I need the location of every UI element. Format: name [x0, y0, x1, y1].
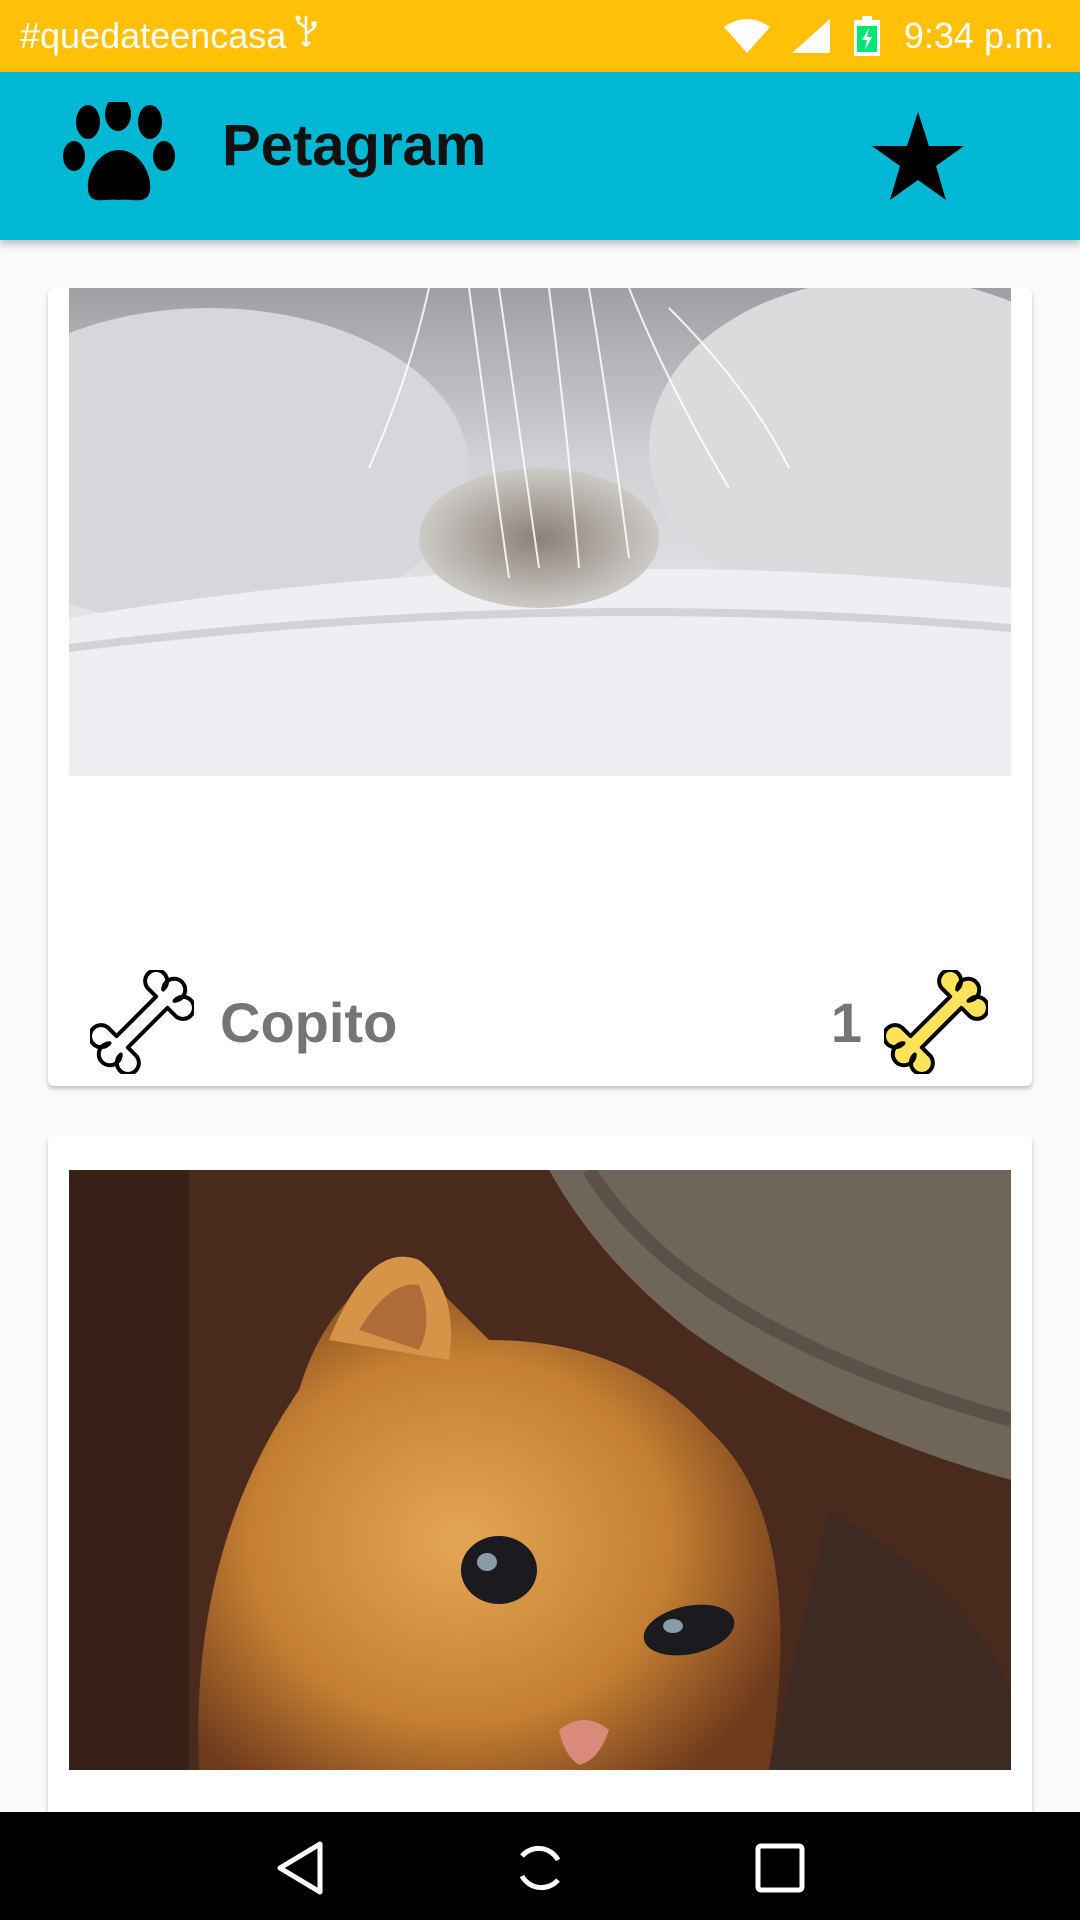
- back-icon[interactable]: [272, 1840, 328, 1896]
- app-bar: Petagram: [0, 72, 1080, 240]
- pet-feed[interactable]: Copito 1: [0, 240, 1080, 1812]
- card-footer: Copito 1: [48, 960, 1032, 1080]
- usb-icon: [294, 14, 318, 59]
- status-right: 9:34 p.m.: [723, 15, 1054, 57]
- home-icon[interactable]: [512, 1840, 568, 1896]
- clock: 9:34 p.m.: [903, 15, 1054, 56]
- recents-icon[interactable]: [752, 1840, 808, 1896]
- pet-card: Copito 1: [48, 288, 1032, 1086]
- cell-signal-icon: [791, 19, 830, 53]
- bone-yellow-icon: [882, 968, 990, 1076]
- navigation-bar: [0, 1812, 1080, 1920]
- wifi-icon: [723, 19, 770, 53]
- battery-charging-icon: [852, 16, 882, 56]
- notification-text: #quedateencasa: [20, 15, 287, 56]
- status-left: #quedateencasa: [20, 14, 318, 59]
- like-count: 1: [830, 991, 862, 1054]
- status-bar: #quedateencasa 9:34 p.m.: [0, 0, 1080, 72]
- paw-icon: [62, 97, 176, 210]
- pet-card: [48, 1134, 1032, 1812]
- white-cat-photo: [69, 288, 1011, 776]
- app-title: Petagram: [222, 113, 487, 178]
- orange-kitten-photo: [69, 1170, 1011, 1770]
- pet-name: Copito: [220, 991, 398, 1054]
- star-icon[interactable]: [868, 108, 968, 204]
- bone-outline-icon[interactable]: [88, 968, 196, 1076]
